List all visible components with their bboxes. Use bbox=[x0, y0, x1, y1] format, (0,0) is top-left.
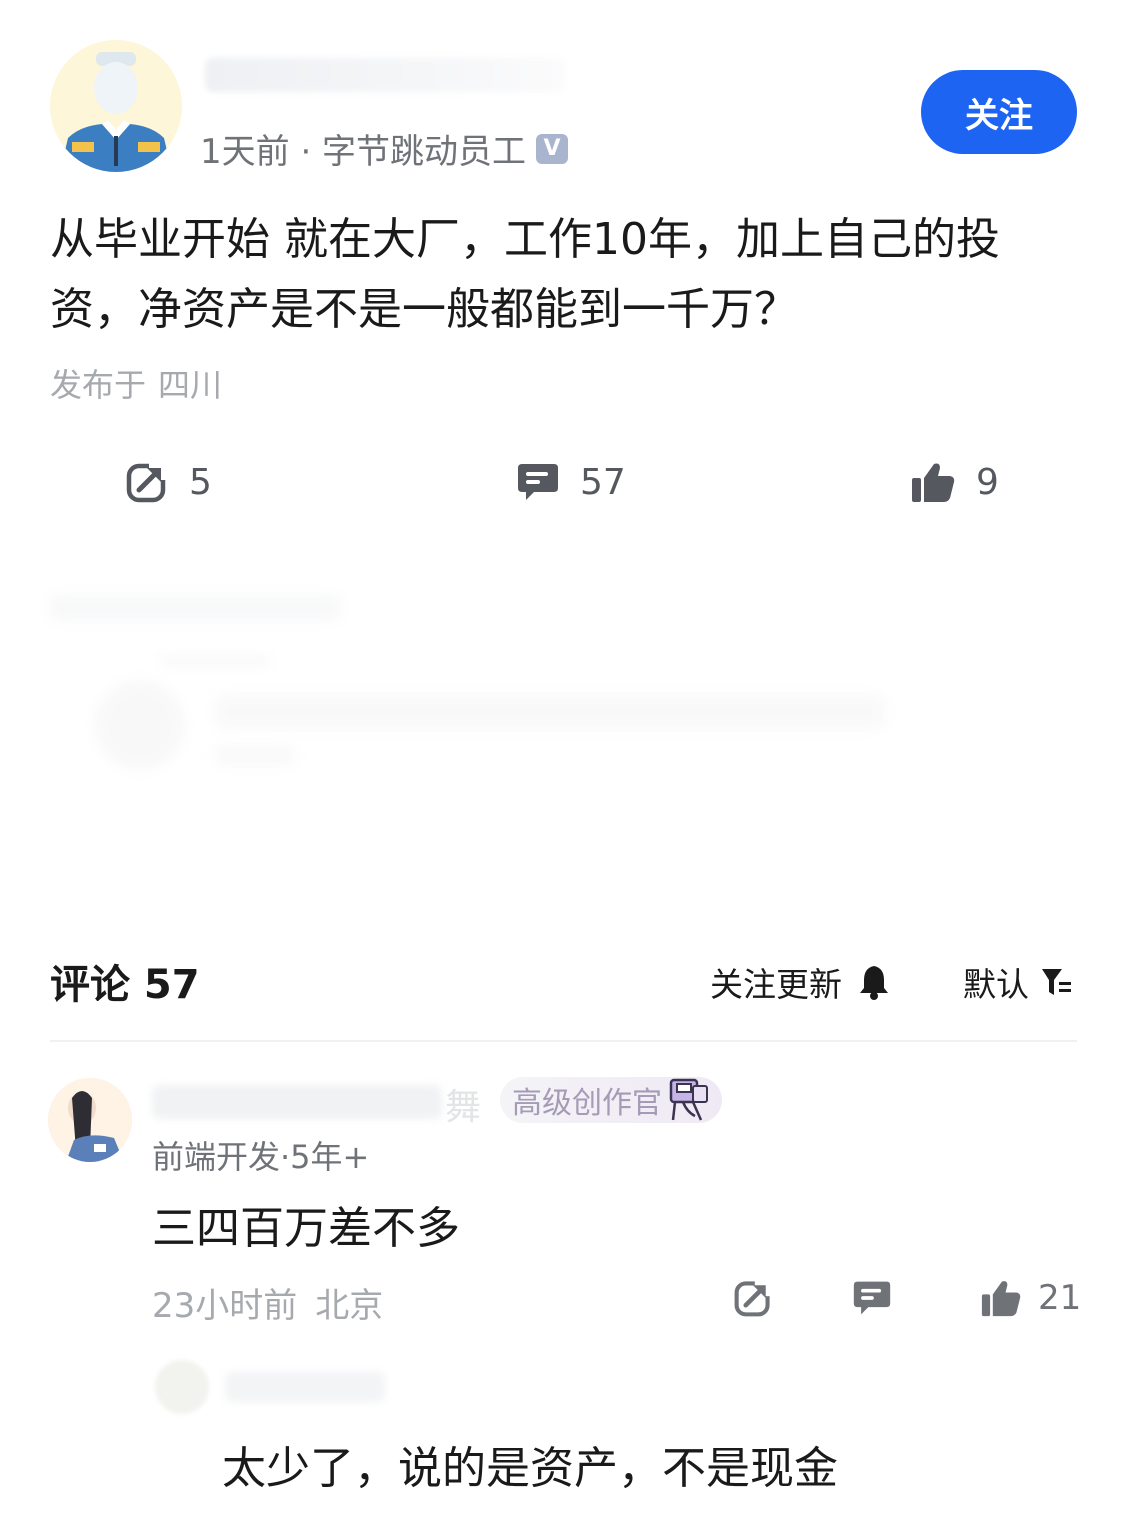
commenter-name-blurred[interactable] bbox=[152, 1085, 442, 1119]
like-count: 9 bbox=[976, 461, 999, 503]
sort-label: 默认 bbox=[963, 965, 1029, 1004]
comment-count: 57 bbox=[580, 461, 626, 503]
repost-count: 5 bbox=[189, 461, 212, 503]
repost-button[interactable]: 5 bbox=[125, 460, 212, 504]
comment-reply-button[interactable] bbox=[852, 1278, 892, 1318]
comment-repost-button[interactable] bbox=[733, 1278, 773, 1318]
bell-icon bbox=[860, 966, 888, 1000]
post-text: 从毕业开始 就在大厂，工作10年，加上自己的投资，净资产是不是一般都能到一千万？ bbox=[50, 214, 1000, 335]
commenter-name-tail: 舞 bbox=[445, 1087, 482, 1128]
like-button[interactable]: 9 bbox=[910, 460, 999, 504]
blurred-section-title bbox=[50, 595, 340, 621]
verified-icon: V bbox=[536, 133, 569, 164]
thumbs-up-icon bbox=[912, 463, 955, 502]
commenter-avatar[interactable] bbox=[48, 1078, 132, 1162]
sort-dropdown[interactable]: 默认 bbox=[963, 958, 1073, 1006]
repost-icon bbox=[126, 460, 169, 503]
comment-like-button[interactable]: 21 bbox=[980, 1278, 1081, 1318]
comment-icon bbox=[853, 1281, 891, 1315]
divider bbox=[50, 1040, 1077, 1042]
reply-text: 太少了，说的是资产，不是现金 bbox=[222, 1443, 838, 1494]
creator-badge-icon bbox=[669, 1078, 708, 1121]
author-name-blurred[interactable] bbox=[205, 58, 565, 92]
filter-icon bbox=[1042, 969, 1071, 995]
blurred-content-line-2 bbox=[215, 745, 295, 765]
comment-time-location: 23小时前 北京 bbox=[152, 1278, 401, 1327]
comments-title: 评论 57 bbox=[50, 962, 200, 1008]
blurred-avatar bbox=[95, 680, 185, 770]
follow-button[interactable]: 关注 bbox=[921, 70, 1077, 154]
follow-updates-label: 关注更新 bbox=[710, 965, 842, 1004]
comment-icon bbox=[518, 464, 558, 500]
published-location: 发布于 四川 bbox=[50, 360, 234, 406]
reply-name-blurred[interactable] bbox=[225, 1372, 385, 1402]
blurred-tab-indicator bbox=[160, 658, 270, 664]
comment-button[interactable]: 57 bbox=[516, 460, 626, 504]
published-prefix: 发布于 bbox=[50, 366, 147, 404]
author-avatar[interactable] bbox=[50, 40, 182, 172]
author-meta-text: 1天前 · 字节跳动员工 bbox=[200, 132, 527, 172]
reply-avatar[interactable] bbox=[155, 1360, 209, 1414]
author-meta: 1天前 · 字节跳动员工 V bbox=[200, 124, 569, 173]
follow-updates-toggle[interactable]: 关注更新 bbox=[710, 958, 890, 1006]
blurred-content-line bbox=[215, 695, 885, 729]
thumbs-up-icon bbox=[981, 1281, 1021, 1317]
comment-location: 北京 bbox=[315, 1286, 384, 1326]
published-place: 四川 bbox=[158, 366, 223, 404]
comment-like-count: 21 bbox=[1038, 1278, 1082, 1318]
repost-icon bbox=[734, 1278, 773, 1317]
commenter-meta: 前端开发·5年+ bbox=[152, 1138, 370, 1176]
comment-text: 三四百万差不多 bbox=[152, 1203, 460, 1254]
comment-time: 23小时前 bbox=[152, 1286, 298, 1326]
